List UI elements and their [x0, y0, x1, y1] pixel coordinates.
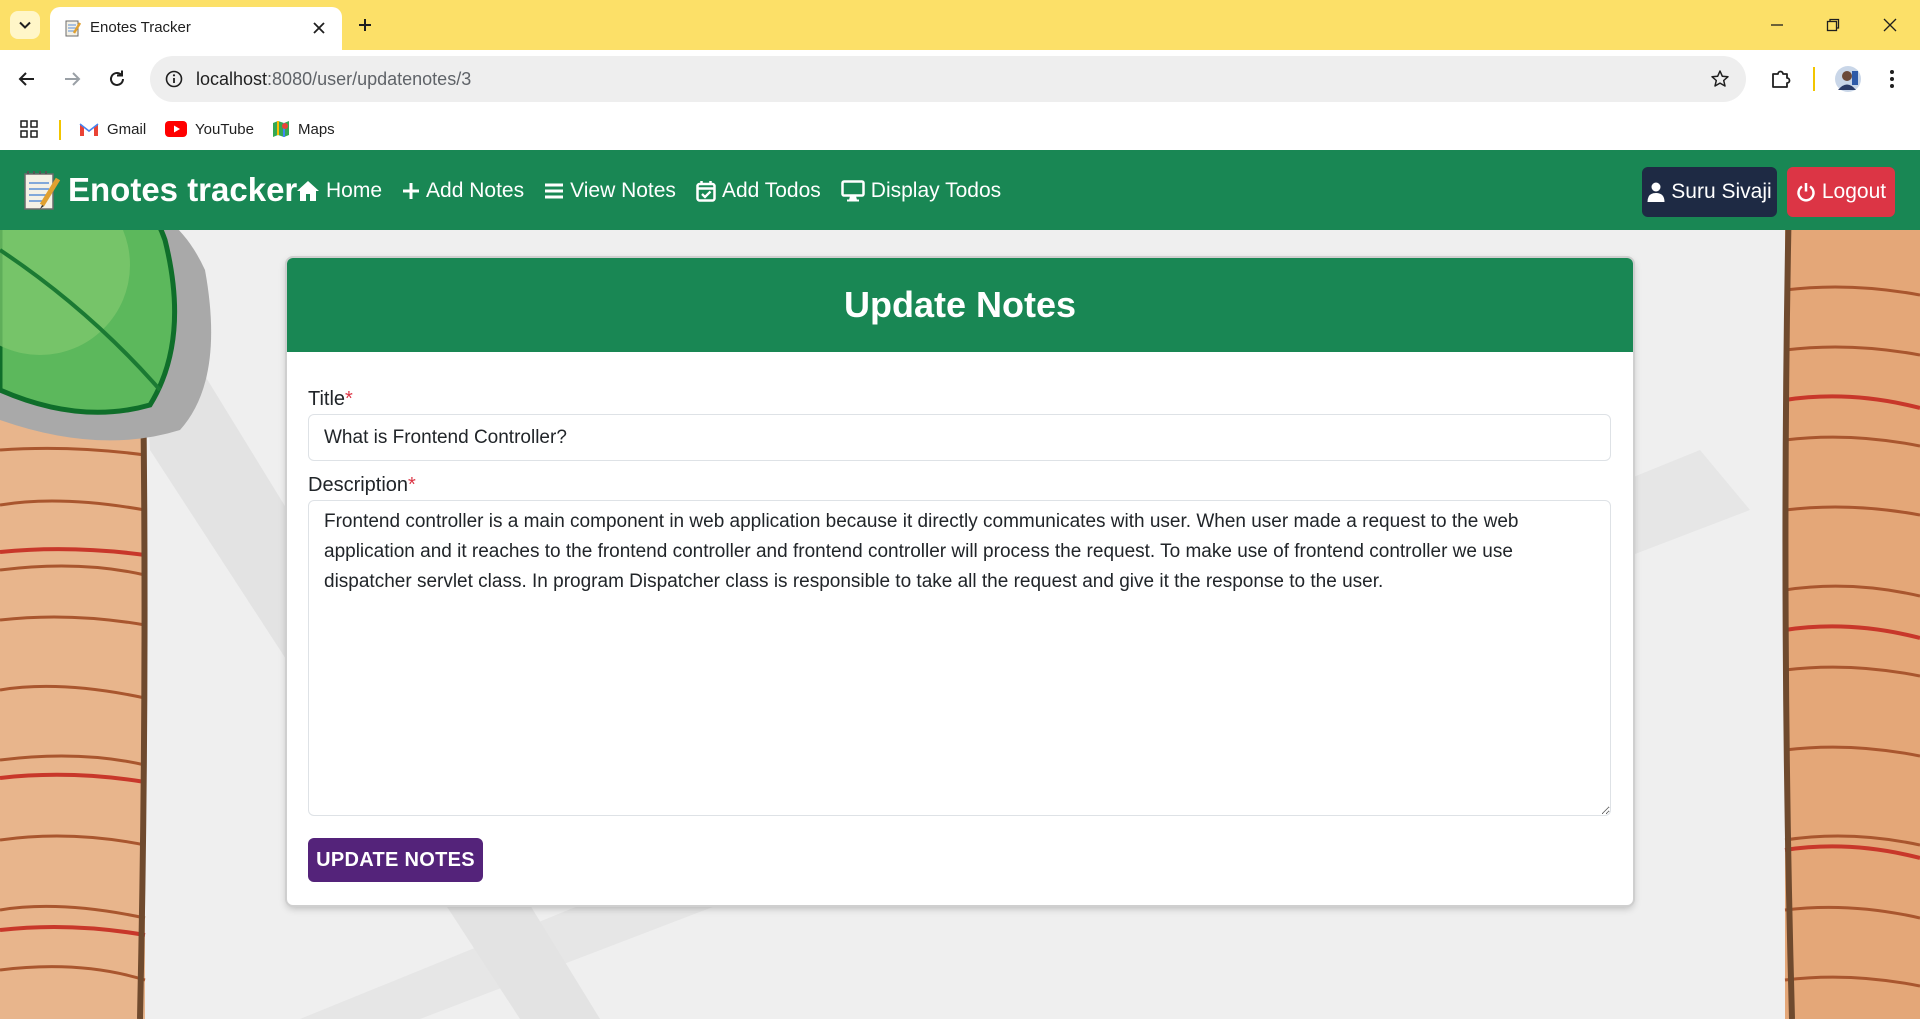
reload-button[interactable]	[101, 63, 133, 95]
tab-search-button[interactable]	[10, 11, 40, 39]
required-marker: *	[408, 474, 416, 496]
site-info-button[interactable]	[162, 67, 186, 91]
description-label: Description*	[308, 474, 416, 497]
nav-add-notes[interactable]: Add Notes	[402, 179, 524, 203]
arrow-left-icon	[18, 72, 34, 86]
nav-links: Home Add Notes View Notes Add Todos Disp…	[296, 174, 1001, 208]
desktop-icon	[841, 180, 865, 202]
chevron-down-icon	[19, 21, 31, 29]
extensions-button[interactable]	[1765, 63, 1797, 95]
page-content: Enotes tracker Home Add Notes View Notes…	[0, 150, 1920, 1019]
bookmark-youtube[interactable]: YouTube	[165, 116, 254, 142]
plus-icon	[403, 183, 420, 199]
bookmarks-divider	[59, 120, 61, 140]
description-label-text: Description	[308, 474, 409, 496]
user-icon	[1647, 182, 1665, 202]
apps-button[interactable]	[20, 116, 38, 142]
title-input[interactable]	[308, 414, 1611, 461]
calendar-check-icon	[696, 181, 716, 202]
avatar-icon	[1835, 66, 1861, 92]
more-vertical-icon	[1890, 70, 1894, 88]
restore-button[interactable]	[1813, 8, 1853, 42]
user-profile-button[interactable]: Suru Sivaji	[1642, 167, 1777, 217]
title-label-text: Title	[308, 388, 346, 410]
card-header: Update Notes	[287, 258, 1633, 352]
url-text[interactable]: localhost:8080/user/updatenotes/3	[196, 69, 471, 90]
reload-icon	[110, 70, 124, 86]
notepad-icon	[24, 171, 61, 210]
list-icon	[545, 183, 564, 199]
bookmark-star-button[interactable]	[1708, 67, 1732, 91]
logout-button[interactable]: Logout	[1787, 167, 1895, 217]
bookmark-label: YouTube	[195, 120, 254, 138]
star-icon	[1711, 70, 1729, 87]
browser-toolbar: localhost:8080/user/updatenotes/3	[0, 50, 1920, 108]
apps-grid-icon	[20, 120, 38, 138]
plus-icon	[359, 19, 371, 31]
update-notes-button[interactable]: UPDATE NOTES	[308, 838, 483, 882]
nav-label: Add Todos	[721, 179, 821, 202]
profile-avatar[interactable]	[1832, 63, 1864, 95]
home-icon	[297, 181, 319, 201]
info-icon	[165, 70, 183, 88]
page-title: Update Notes	[843, 284, 1077, 325]
youtube-icon	[165, 121, 187, 137]
minimize-icon	[1771, 24, 1783, 26]
description-textarea[interactable]: Frontend controller is a main component …	[308, 500, 1611, 816]
bookmark-gmail[interactable]: Gmail	[79, 116, 146, 142]
brand-link[interactable]: Enotes tracker	[22, 168, 297, 212]
nav-label: Home	[326, 179, 383, 202]
gmail-icon	[79, 123, 99, 136]
required-marker: *	[345, 388, 353, 410]
bookmark-label: Maps	[298, 120, 335, 138]
back-button[interactable]	[11, 63, 43, 95]
tab-close-button[interactable]	[308, 17, 330, 39]
url-host: localhost	[196, 69, 268, 89]
nav-view-notes[interactable]: View Notes	[544, 179, 676, 203]
brand-name: Enotes tracker	[68, 171, 298, 208]
logout-label: Logout	[1821, 180, 1887, 203]
nav-label: View Notes	[570, 179, 676, 202]
maps-icon	[273, 121, 289, 137]
notepad-icon	[65, 20, 82, 37]
address-bar[interactable]: localhost:8080/user/updatenotes/3	[150, 56, 1746, 102]
nav-add-todos[interactable]: Add Todos	[696, 179, 821, 203]
forward-button[interactable]	[56, 63, 88, 95]
nav-home[interactable]: Home	[296, 179, 382, 203]
toolbar-divider	[1813, 67, 1815, 91]
arrow-right-icon	[65, 72, 81, 86]
app-navbar: Enotes tracker Home Add Notes View Notes…	[0, 150, 1920, 230]
nav-label: Display Todos	[870, 179, 1002, 202]
update-notes-card: Update Notes Title* Description* Fronten…	[287, 258, 1633, 905]
power-icon	[1797, 183, 1815, 202]
minimize-button[interactable]	[1757, 8, 1797, 42]
url-path: :8080/user/updatenotes/3	[267, 69, 472, 89]
puzzle-icon	[1772, 70, 1791, 88]
new-tab-button[interactable]	[350, 11, 380, 39]
tab-title: Enotes Tracker	[90, 19, 191, 36]
close-icon	[313, 22, 325, 34]
close-icon	[1883, 18, 1897, 32]
close-window-button[interactable]	[1870, 8, 1910, 42]
title-label: Title*	[308, 388, 353, 411]
browser-tab-strip: Enotes Tracker	[0, 0, 1920, 50]
user-name: Suru Sivaji	[1671, 180, 1772, 203]
bookmark-maps[interactable]: Maps	[272, 116, 335, 142]
nav-label: Add Notes	[426, 179, 525, 202]
restore-icon	[1826, 18, 1840, 32]
bookmarks-bar: Gmail YouTube Maps	[0, 108, 1920, 150]
browser-tab[interactable]: Enotes Tracker	[50, 7, 342, 50]
bookmark-label: Gmail	[107, 120, 147, 138]
browser-menu-button[interactable]	[1876, 63, 1908, 95]
nav-display-todos[interactable]: Display Todos	[841, 179, 1001, 203]
